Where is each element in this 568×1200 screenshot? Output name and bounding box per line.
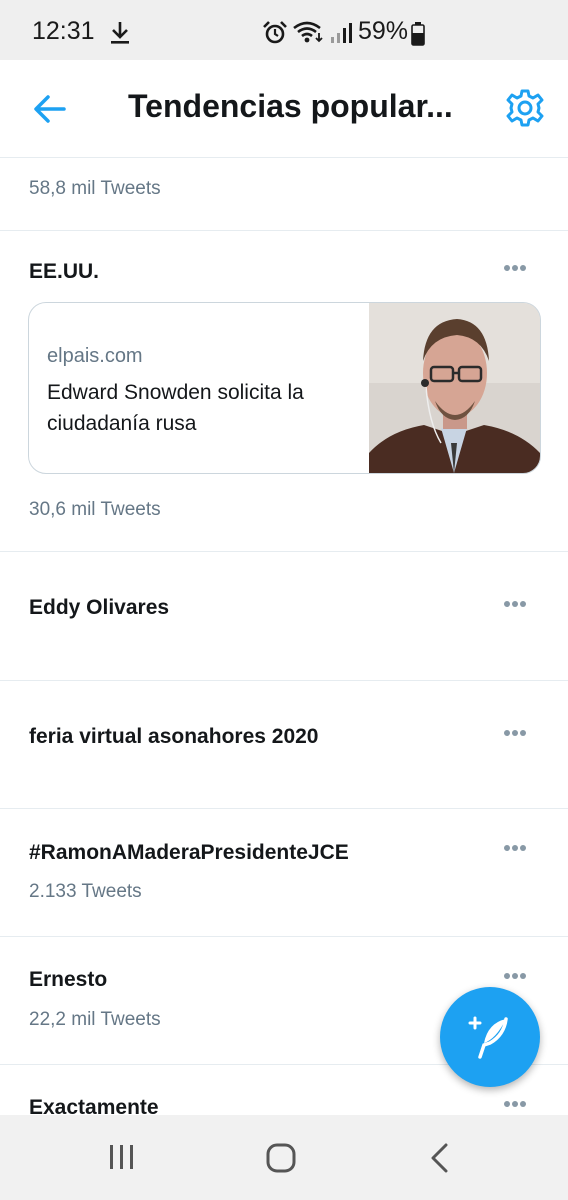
more-options-icon[interactable]	[504, 730, 532, 746]
compose-tweet-icon	[468, 1016, 508, 1059]
trend-name: Ernesto	[29, 968, 108, 991]
trend-tweet-count: 2.133 Tweets	[29, 881, 142, 902]
page-title: Tendencias popular...	[128, 88, 453, 124]
trend-name: #RamonAMaderaPresidenteJCE	[29, 841, 349, 864]
trend-name: Exactamente	[29, 1096, 159, 1115]
alarm-icon	[263, 21, 287, 44]
trend-name: EE.UU.	[29, 260, 100, 283]
gear-icon	[506, 89, 544, 127]
more-options-icon[interactable]	[504, 265, 532, 281]
signal-icon	[331, 23, 352, 43]
trend-name: Eddy Olivares	[29, 596, 170, 619]
more-options-icon[interactable]	[504, 601, 532, 617]
battery-icon	[411, 22, 425, 46]
trend-item[interactable]: 58,8 mil Tweets	[0, 158, 568, 231]
back-icon[interactable]	[428, 1142, 450, 1174]
more-options-icon[interactable]	[504, 973, 532, 989]
compose-tweet-button[interactable]	[440, 987, 540, 1087]
system-nav-bar	[0, 1115, 568, 1200]
back-arrow-icon	[34, 95, 66, 123]
wifi-icon	[293, 21, 323, 43]
download-icon	[111, 22, 129, 44]
settings-button[interactable]	[505, 88, 545, 128]
trend-item[interactable]: feria virtual asonahores 2020	[0, 681, 568, 809]
card-thumbnail-image	[369, 303, 540, 473]
home-icon[interactable]	[265, 1142, 297, 1174]
status-bar: 12:31 59%	[0, 0, 568, 60]
trend-item[interactable]: Eddy Olivares	[0, 552, 568, 681]
trend-tweet-count: 22,2 mil Tweets	[29, 1009, 161, 1030]
trend-item[interactable]: #RamonAMaderaPresidenteJCE 2.133 Tweets	[0, 809, 568, 937]
trend-item[interactable]: EE.UU. elpais.com Edward Snowden solicit…	[0, 231, 568, 552]
back-button[interactable]	[30, 91, 70, 127]
card-headline: Edward Snowden solicita la ciudadanía ru…	[47, 381, 304, 435]
card-domain: elpais.com	[47, 345, 143, 367]
more-options-icon[interactable]	[504, 1101, 532, 1115]
news-card[interactable]: elpais.com Edward Snowden solicita la ci…	[28, 302, 541, 474]
more-options-icon[interactable]	[504, 845, 532, 861]
app-header: Tendencias popular...	[0, 60, 568, 158]
status-time: 12:31	[32, 17, 95, 45]
battery-percent: 59%	[358, 17, 409, 45]
trends-list[interactable]: 58,8 mil Tweets EE.UU. elpais.com Edward…	[0, 158, 568, 1115]
trend-tweet-count: 30,6 mil Tweets	[29, 499, 161, 520]
trend-tweet-count: 58,8 mil Tweets	[29, 178, 161, 199]
recent-apps-icon[interactable]	[108, 1142, 136, 1172]
trend-name: feria virtual asonahores 2020	[29, 725, 319, 748]
